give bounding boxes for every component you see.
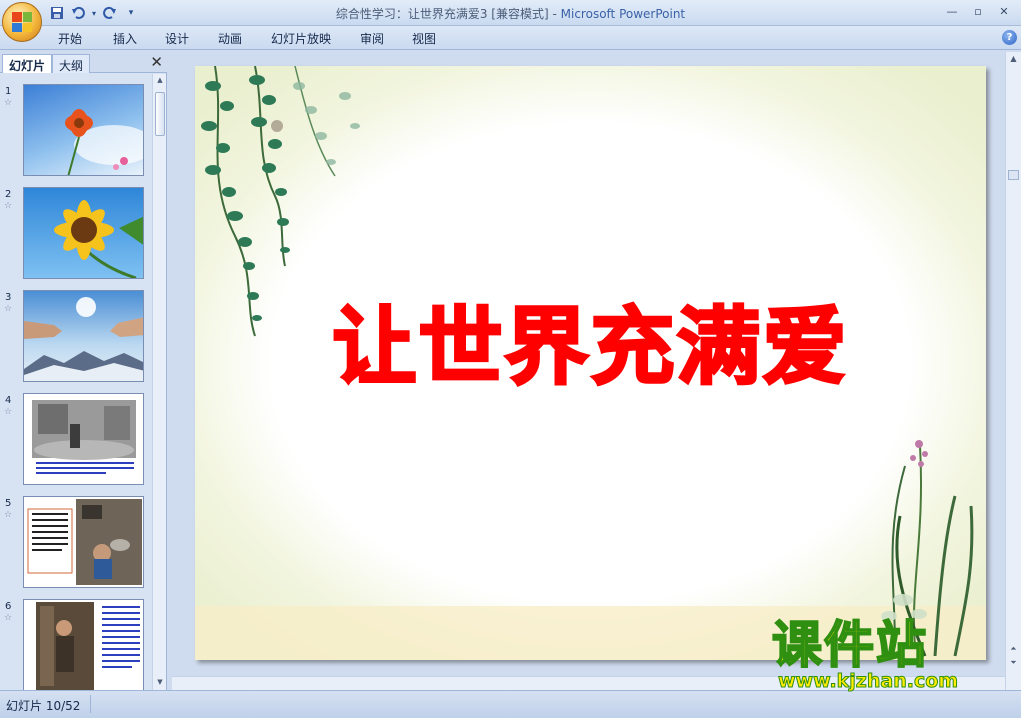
transition-star-icon: ☆ [4, 510, 13, 520]
ribbon-tabs: 开始 插入 设计 动画 幻灯片放映 审阅 视图 ? [0, 26, 1021, 50]
tab-home[interactable]: 开始 [58, 30, 82, 47]
close-icon[interactable]: ✕ [991, 2, 1017, 20]
watermark: 课件站 www.kjzhan.com [771, 616, 1008, 693]
slide-thumbnail-4[interactable] [23, 393, 144, 485]
tab-animations[interactable]: 动画 [218, 30, 242, 47]
child-photo-text-image [36, 602, 140, 690]
transition-star-icon: ☆ [4, 201, 13, 211]
slide-thumbnail-row: 4 ☆ [0, 393, 152, 487]
slide-number: 2 [5, 189, 12, 200]
transition-star-icon: ☆ [4, 304, 13, 314]
tab-slides[interactable]: 幻灯片 [2, 54, 53, 73]
title-bar: ▾ ▾ 综合性学习：让世界充满爱3 [兼容模式] - Microsoft Pow… [0, 0, 1021, 42]
help-icon[interactable]: ? [1002, 30, 1017, 45]
slide-thumbnail-row: 5 ☆ [0, 496, 152, 590]
scroll-up-arrow-icon[interactable]: ▲ [1008, 54, 1019, 63]
slide-counter: 幻灯片 10/52 [6, 699, 81, 713]
maximize-icon[interactable]: ▫ [965, 2, 991, 20]
minimize-icon[interactable]: — [939, 2, 965, 20]
next-slide-icon[interactable]: ⏷ [1008, 658, 1019, 668]
slides-pane: 幻灯片 大纲 ✕ 1 ☆ 2 ☆ 3 ☆ 4 ☆ 5 ☆ 6 ☆ ▲ ▼ [0, 52, 167, 690]
scroll-thumb[interactable] [155, 92, 165, 136]
window-controls: — ▫ ✕ [939, 2, 1017, 20]
flower-image [65, 109, 143, 175]
document-title: 综合性学习：让世界充满爱3 [兼容模式] - [335, 7, 561, 21]
tab-insert[interactable]: 插入 [113, 30, 137, 47]
office-button[interactable] [2, 2, 42, 42]
slide-number: 3 [5, 292, 12, 303]
status-separator [90, 695, 91, 713]
pane-tabs: 幻灯片 大纲 ✕ [0, 52, 167, 73]
pane-close-icon[interactable]: ✕ [150, 53, 163, 71]
slide-number: 1 [5, 86, 12, 97]
slide-thumbnail-row: 6 ☆ [0, 599, 152, 690]
tab-outline[interactable]: 大纲 [52, 54, 91, 73]
scroll-up-arrow-icon[interactable]: ▲ [155, 76, 165, 86]
previous-slide-icon[interactable]: ⏶ [1008, 644, 1019, 654]
slide-thumbnail-row: 3 ☆ [0, 290, 152, 384]
status-bar: 幻灯片 10/52 [0, 690, 1021, 718]
thumbnail-scrollbar[interactable]: ▲ ▼ [152, 74, 166, 690]
window-title: 综合性学习：让世界充满爱3 [兼容模式] - Microsoft PowerPo… [0, 5, 1021, 22]
hands-image [24, 297, 143, 381]
watermark-main: 课件站 [771, 616, 928, 674]
tab-slideshow[interactable]: 幻灯片放映 [271, 30, 331, 47]
slide-vertical-scrollbar[interactable]: ▲ ⏶ ⏷ [1005, 52, 1021, 690]
app-name: Microsoft PowerPoint [560, 7, 686, 21]
slide-number: 4 [5, 395, 12, 406]
office-button-icon [12, 12, 32, 32]
slide-thumbnail-3[interactable] [23, 290, 144, 382]
slide-thumbnail-2[interactable] [23, 187, 144, 279]
slide-title[interactable]: 让世界充满爱 [195, 280, 986, 401]
slide-thumbnail-row: 2 ☆ [0, 187, 152, 281]
scroll-thumb[interactable] [1008, 170, 1019, 180]
tab-review[interactable]: 审阅 [360, 30, 384, 47]
slide-thumbnail-5[interactable] [23, 496, 144, 588]
ruins-image [32, 400, 136, 474]
watermark-url: www.kjzhan.com [777, 670, 959, 693]
transition-star-icon: ☆ [4, 98, 13, 108]
transition-star-icon: ☆ [4, 613, 13, 623]
slide-thumbnail-list: 1 ☆ 2 ☆ 3 ☆ 4 ☆ 5 ☆ 6 ☆ [0, 74, 152, 690]
slide-thumbnail-row: 1 ☆ [0, 84, 152, 178]
scroll-down-arrow-icon[interactable]: ▼ [155, 678, 165, 688]
tab-view[interactable]: 视图 [412, 30, 436, 47]
transition-star-icon: ☆ [4, 407, 13, 417]
text-photo-image [27, 499, 142, 585]
slide-thumbnail-6[interactable] [23, 599, 144, 690]
current-slide[interactable]: 让世界充满爱 [195, 66, 986, 660]
sunflower-image [54, 200, 143, 278]
slide-thumbnail-1[interactable] [23, 84, 144, 176]
tab-design[interactable]: 设计 [165, 30, 189, 47]
slide-number: 5 [5, 498, 12, 509]
slide-editing-area: 让世界充满爱 [172, 52, 1005, 676]
slide-number: 6 [5, 601, 12, 612]
